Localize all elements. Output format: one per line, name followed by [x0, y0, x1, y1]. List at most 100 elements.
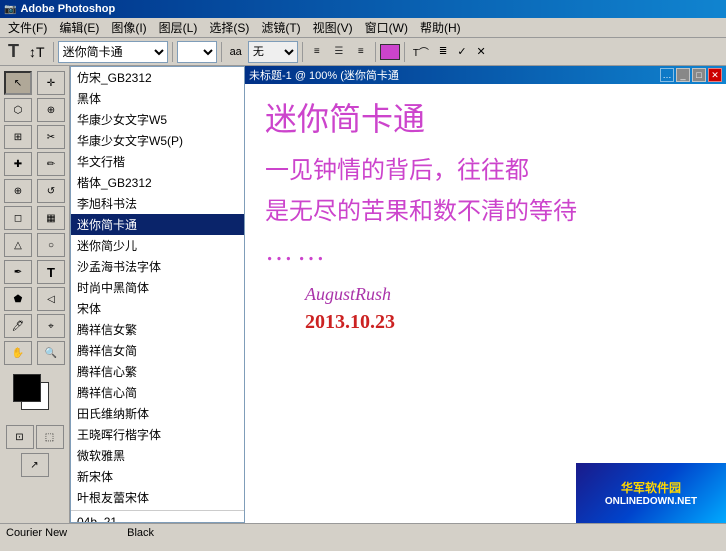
- cancel-btn[interactable]: ✕: [473, 41, 490, 63]
- tool-history[interactable]: ↺: [37, 179, 65, 203]
- confirm-btn[interactable]: ✓: [453, 41, 470, 63]
- tool-dodge[interactable]: ○: [37, 233, 65, 257]
- foreground-color[interactable]: [13, 374, 41, 402]
- canvas-dots: ……: [265, 236, 706, 268]
- doc-min-btn[interactable]: _: [676, 68, 690, 82]
- font-item-10[interactable]: 时尚中黑简体: [71, 277, 244, 298]
- main-area: ↖ ✛ ⬡ ⊕ ⊞ ✂ ✚ ✏ ⊕ ↺ ◻ ▦ △ ○ ✒ T ⬟ ◁ 🖊 ⌖ …: [0, 66, 726, 523]
- font-item-5[interactable]: 楷体_GB2312: [71, 172, 244, 193]
- align-right-btn[interactable]: ≡: [351, 42, 371, 62]
- canvas-line2-text: 一见钟情的背后，往往都: [265, 150, 706, 185]
- doc-title: 未标题-1 @ 100% (迷你简卡通: [249, 67, 399, 83]
- font-item-20[interactable]: 叶根友蕾宋体: [71, 487, 244, 508]
- toolbar-sep-4: [302, 42, 303, 62]
- font-list-panel: 仿宋_GB2312 黑体 华康少女文字W5 华康少女文字W5(P) 华文行楷 楷…: [70, 66, 245, 523]
- status-bar: Courier New Black: [0, 523, 726, 541]
- palettes-btn[interactable]: ≣: [435, 41, 451, 63]
- tool-shape[interactable]: ⬟: [4, 287, 32, 311]
- font-item-3[interactable]: 华康少女文字W5(P): [71, 130, 244, 151]
- menu-filter[interactable]: 滤镜(T): [255, 17, 306, 38]
- menu-view[interactable]: 视图(V): [307, 17, 359, 38]
- font-item-17[interactable]: 王晓晖行楷字体: [71, 424, 244, 445]
- toolbar-sep-2: [172, 42, 173, 62]
- app-icon: 📷: [4, 4, 16, 15]
- tool-select[interactable]: ↖: [4, 71, 32, 95]
- font-item-7[interactable]: 迷你简卡通: [71, 214, 244, 235]
- tool-grid: ↖ ✛ ⬡ ⊕ ⊞ ✂ ✚ ✏ ⊕ ↺ ◻ ▦ △ ○ ✒ T ⬟ ◁ 🖊 ⌖ …: [2, 70, 67, 366]
- align-center-btn[interactable]: ☰: [329, 42, 349, 62]
- tool-heal[interactable]: ✚: [4, 152, 32, 176]
- font-family-select[interactable]: 迷你简卡通: [58, 41, 168, 63]
- text-color-box[interactable]: [380, 44, 400, 60]
- font-item-16[interactable]: 田氏维纳斯体: [71, 403, 244, 424]
- tool-move[interactable]: ✛: [37, 71, 65, 95]
- font-item-8[interactable]: 迷你简少儿: [71, 235, 244, 256]
- antialiasing-btn[interactable]: aa: [226, 41, 246, 63]
- tool-path[interactable]: ◁: [37, 287, 65, 311]
- menu-edit[interactable]: 编辑(E): [53, 17, 105, 38]
- tool-quick-mask[interactable]: ⊡: [6, 425, 34, 449]
- toolbar-main: T ↕T 迷你简卡通 aa 无 ≡ ☰ ≡ T⌒ ≣ ✓ ✕: [0, 38, 726, 66]
- font-item-13[interactable]: 腾祥信女简: [71, 340, 244, 361]
- align-left-btn[interactable]: ≡: [307, 42, 327, 62]
- toolbar-sep-3: [221, 42, 222, 62]
- font-item-6[interactable]: 李旭科书法: [71, 193, 244, 214]
- font-item-4[interactable]: 华文行楷: [71, 151, 244, 172]
- font-item-14[interactable]: 腾祥信心繁: [71, 361, 244, 382]
- font-bottom-0[interactable]: 04b_21: [71, 513, 244, 522]
- tool-hand[interactable]: ✋: [4, 341, 32, 365]
- tool-lasso[interactable]: ⬡: [4, 98, 32, 122]
- tool-eyedrop[interactable]: ⌖: [37, 314, 65, 338]
- tool-stamp[interactable]: ⊕: [4, 179, 32, 203]
- warp-text-btn[interactable]: T⌒: [409, 41, 433, 63]
- menu-select[interactable]: 选择(S): [203, 17, 255, 38]
- document-content: 迷你简卡通 一见钟情的背后，往往都 是无尽的苦果和数不清的等待 …… Augus…: [245, 84, 726, 523]
- doc-dots-btn[interactable]: …: [660, 68, 674, 82]
- font-item-11[interactable]: 宋体: [71, 298, 244, 319]
- font-item-9[interactable]: 沙孟海书法字体: [71, 256, 244, 277]
- watermark: 华军软件园 ONLINEDOWN.NET: [576, 463, 726, 523]
- tool-magic[interactable]: ⊕: [37, 98, 65, 122]
- watermark-line1: 华军软件园: [621, 479, 681, 496]
- menu-file[interactable]: 文件(F): [2, 17, 53, 38]
- menu-help[interactable]: 帮助(H): [414, 17, 467, 38]
- menu-image[interactable]: 图像(I): [105, 17, 152, 38]
- font-item-1[interactable]: 黑体: [71, 88, 244, 109]
- font-size-select[interactable]: [177, 41, 217, 63]
- tool-zoom[interactable]: 🔍: [37, 341, 65, 365]
- tool-slice[interactable]: ✂: [37, 125, 65, 149]
- tool-notes[interactable]: 🖊: [4, 314, 32, 338]
- extra-tools: ⊡ ⬚: [6, 424, 64, 450]
- doc-max-btn[interactable]: □: [692, 68, 706, 82]
- canvas-area: 未标题-1 @ 100% (迷你简卡通 … _ □ ✕ 迷你简卡通 一见钟情的背…: [245, 66, 726, 523]
- menu-window[interactable]: 窗口(W): [359, 17, 414, 38]
- font-item-2[interactable]: 华康少女文字W5: [71, 109, 244, 130]
- tool-text[interactable]: T: [37, 260, 65, 284]
- font-item-0[interactable]: 仿宋_GB2312: [71, 67, 244, 88]
- tool-pen[interactable]: ✒: [4, 260, 32, 284]
- text-orient-btn[interactable]: ↕T: [25, 41, 49, 63]
- tool-gradient[interactable]: ▦: [37, 206, 65, 230]
- tool-jump[interactable]: ↗: [21, 453, 49, 477]
- font-item-19[interactable]: 新宋体: [71, 466, 244, 487]
- doc-close-btn[interactable]: ✕: [708, 68, 722, 82]
- font-item-15[interactable]: 腾祥信心简: [71, 382, 244, 403]
- text-tool-icon[interactable]: T: [4, 41, 23, 63]
- tool-blur[interactable]: △: [4, 233, 32, 257]
- tool-screen-mode[interactable]: ⬚: [36, 425, 64, 449]
- toolbar-sep-1: [53, 42, 54, 62]
- font-item-18[interactable]: 微软雅黑: [71, 445, 244, 466]
- tool-brush[interactable]: ✏: [37, 152, 65, 176]
- doc-window-controls: … _ □ ✕: [660, 68, 722, 82]
- canvas-en-text1: AugustRush: [305, 284, 706, 305]
- color-swatches: [13, 374, 57, 418]
- menu-layer[interactable]: 图层(L): [153, 17, 204, 38]
- canvas-en-text2: 2013.10.23: [305, 311, 706, 334]
- status-color-display: Black: [127, 527, 154, 539]
- tool-crop[interactable]: ⊞: [4, 125, 32, 149]
- font-list-divider: [71, 510, 244, 511]
- font-item-12[interactable]: 腾祥信女繁: [71, 319, 244, 340]
- antialiasing-select[interactable]: 无: [248, 41, 298, 63]
- tool-eraser[interactable]: ◻: [4, 206, 32, 230]
- font-list-scroll[interactable]: 仿宋_GB2312 黑体 华康少女文字W5 华康少女文字W5(P) 华文行楷 楷…: [71, 67, 244, 522]
